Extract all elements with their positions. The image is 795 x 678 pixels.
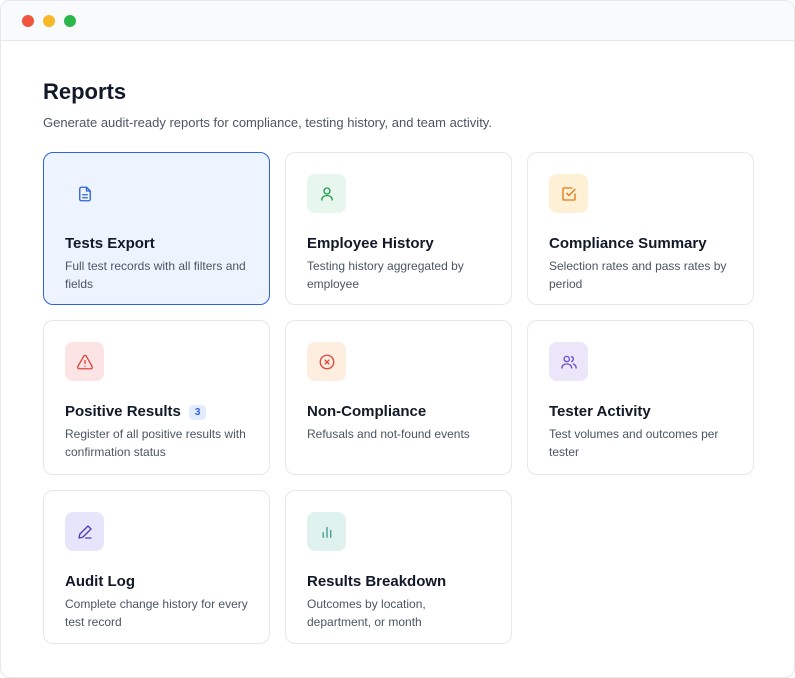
user-icon [320, 186, 333, 201]
app-window: Reports Generate audit-ready reports for… [0, 0, 795, 678]
report-description: Testing history aggregated by employee [307, 259, 464, 291]
report-title: Positive Results 3 [65, 403, 248, 421]
report-title-text: Tests Export [65, 235, 155, 252]
checkbox-icon [561, 186, 576, 201]
report-icon-box [307, 512, 346, 551]
report-card-tester-activity[interactable]: Tester Activity Test volumes and outcome… [527, 320, 754, 475]
title-bar [1, 1, 794, 41]
report-description: Selection rates and pass rates by period [549, 259, 727, 291]
report-title: Audit Log [65, 573, 248, 591]
warning-icon [76, 354, 93, 369]
report-card-positive-results[interactable]: Positive Results 3 Register of all posit… [43, 320, 270, 475]
report-card-non-compliance[interactable]: Non-Compliance Refusals and not-found ev… [285, 320, 512, 475]
report-description: Register of all positive results with co… [65, 427, 246, 459]
report-title-text: Results Breakdown [307, 573, 447, 590]
report-icon-box [549, 342, 588, 381]
page-title: Reports [43, 79, 127, 104]
report-description: Refusals and not-found events [307, 427, 470, 441]
report-icon-box [549, 174, 588, 213]
count-badge: 3 [188, 404, 207, 420]
report-title: Non-Compliance [307, 403, 490, 421]
report-title: Results Breakdown [307, 573, 490, 591]
reports-grid: Tests Export Full test records with all … [43, 152, 754, 644]
page-header: Reports Generate audit-ready reports for… [43, 79, 754, 131]
report-icon-box [307, 342, 346, 381]
report-description: Complete change history for every test r… [65, 597, 248, 629]
pen-icon [77, 524, 92, 539]
report-title-text: Employee History [307, 235, 434, 252]
report-title-text: Tester Activity [549, 403, 651, 420]
report-icon-box [65, 342, 104, 381]
report-card-compliance-summary[interactable]: Compliance Summary Selection rates and p… [527, 152, 754, 305]
report-description: Test volumes and outcomes per tester [549, 427, 719, 459]
report-card-results-breakdown[interactable]: Results Breakdown Outcomes by location, … [285, 490, 512, 644]
report-icon-box [65, 174, 104, 213]
bar-chart-icon [322, 526, 331, 538]
report-icon-box [307, 174, 346, 213]
report-title-text: Non-Compliance [307, 403, 427, 420]
maximize-window-button[interactable] [64, 15, 76, 27]
report-title: Compliance Summary [549, 235, 732, 253]
users-icon [560, 355, 577, 369]
report-title: Tester Activity [549, 403, 732, 421]
report-card-tests-export[interactable]: Tests Export Full test records with all … [43, 152, 270, 305]
document-icon [78, 186, 91, 201]
report-title: Tests Export [65, 235, 248, 253]
report-icon-box [65, 512, 104, 551]
page-subtitle: Generate audit-ready reports for complia… [43, 115, 492, 130]
report-title: Employee History [307, 235, 490, 253]
close-window-button[interactable] [22, 15, 34, 27]
report-card-audit-log[interactable]: Audit Log Complete change history for ev… [43, 490, 270, 644]
report-description: Full test records with all filters and f… [65, 259, 246, 291]
x-circle-icon [319, 354, 334, 369]
report-title-text: Positive Results [65, 403, 181, 420]
report-description: Outcomes by location, department, or mon… [307, 597, 426, 629]
report-title-text: Audit Log [65, 573, 135, 590]
minimize-window-button[interactable] [43, 15, 55, 27]
report-card-employee-history[interactable]: Employee History Testing history aggrega… [285, 152, 512, 305]
report-title-text: Compliance Summary [549, 235, 707, 252]
